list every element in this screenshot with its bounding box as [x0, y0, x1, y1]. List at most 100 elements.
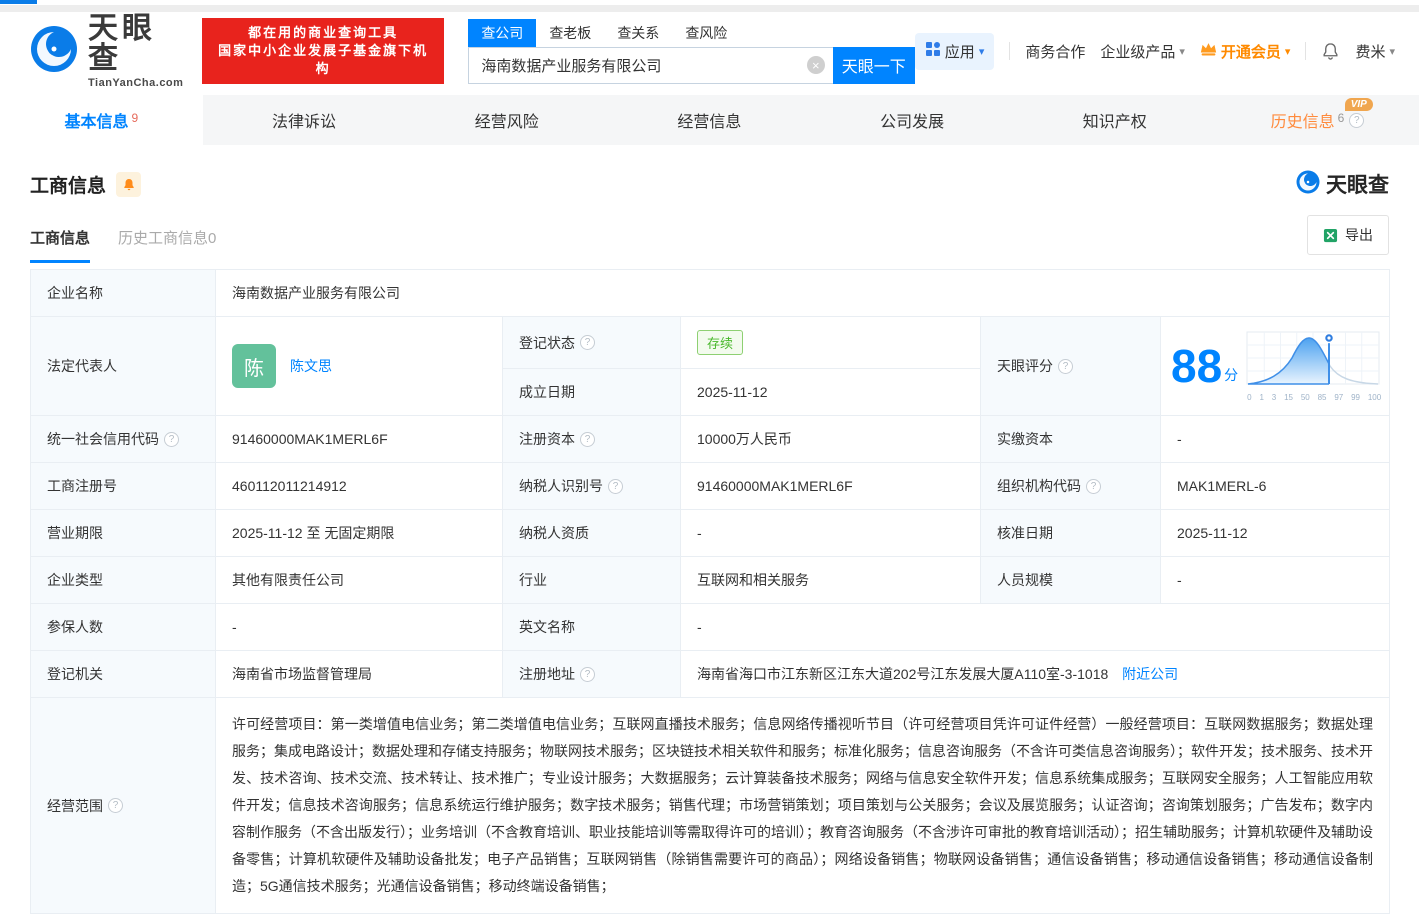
status-badge: 存续: [697, 330, 744, 355]
legal-rep-cell: 陈 陈文思: [215, 316, 503, 416]
search-input[interactable]: [479, 55, 807, 75]
avatar: 陈: [232, 344, 276, 388]
staff-size-value: -: [1159, 556, 1391, 604]
score-cell: 88 分 0 1 3 15 50 85 97 99 100: [1159, 316, 1391, 416]
logo-text-en: TianYanCha.com: [88, 76, 184, 89]
tab-label: 经营风险: [474, 114, 539, 131]
apps-menu[interactable]: 应用 ▾: [914, 32, 995, 70]
tianyancha-swirl-icon: [30, 25, 78, 78]
search-tab-risk[interactable]: 查风险: [672, 19, 740, 47]
score-unit: 分: [1224, 367, 1239, 383]
reg-address-cell: 海南省海口市江东新区江东大道202号江东发展大厦A110室-3-1018 附近公…: [679, 650, 1391, 698]
search-area: 查公司 查老板 查关系 查风险 × 天眼一下: [468, 18, 915, 84]
insured-count-value: -: [215, 603, 503, 651]
nav-biz-cooperation[interactable]: 商务合作: [1025, 41, 1085, 62]
tab-company-development[interactable]: 公司发展: [811, 95, 1014, 145]
staff-size-label: 人员规模: [980, 556, 1161, 604]
tab-operation-info[interactable]: 经营信息: [608, 95, 811, 145]
reg-capital-label: 注册资本: [519, 431, 575, 447]
user-menu[interactable]: 费米 ▾: [1355, 41, 1395, 62]
industry-value: 互联网和相关服务: [680, 556, 981, 604]
table-row: 工商注册号 460112011214912 纳税人识别号 ? 91460000M…: [30, 462, 1391, 510]
industry-label: 行业: [502, 556, 681, 604]
search-button[interactable]: 天眼一下: [832, 46, 915, 84]
divider: [1009, 42, 1011, 60]
reg-number-label: 工商注册号: [30, 462, 216, 510]
table-row: 登记机关 海南省市场监督管理局 注册地址 ? 海南省海口市江东新区江东大道202…: [30, 650, 1391, 698]
paid-capital-label: 实缴资本: [980, 415, 1161, 463]
help-icon[interactable]: ?: [580, 666, 595, 682]
search-tabs: 查公司 查老板 查关系 查风险: [468, 18, 914, 47]
brand-slogan: 都在用的商业查询工具 国家中小企业发展子基金旗下机构: [202, 18, 445, 84]
credit-code-label: 统一社会信用代码: [47, 431, 159, 447]
top-divider: [0, 5, 1419, 12]
help-icon[interactable]: ?: [1349, 112, 1365, 128]
table-row: 参保人数 - 英文名称 -: [30, 603, 1391, 651]
table-row: 经营范围 ? 许可经营项目：第一类增值电信业务；第二类增值电信业务；互联网直播技…: [30, 697, 1391, 914]
tab-legal-litigation[interactable]: 法律诉讼: [203, 95, 406, 145]
nav-open-vip[interactable]: 开通会员 ▾: [1200, 41, 1290, 62]
tab-label: 基本信息: [64, 114, 129, 131]
score-value: 88: [1171, 340, 1223, 392]
export-label: 导出: [1345, 227, 1373, 243]
score-label: 天眼评分: [997, 358, 1053, 374]
tianyancha-logo[interactable]: 天眼查 TianYanCha.com: [30, 13, 188, 89]
monitor-bell-button[interactable]: [116, 171, 142, 197]
subtab-business-info[interactable]: 工商信息: [30, 227, 91, 263]
tab-label: 法律诉讼: [272, 114, 337, 131]
table-row: 统一社会信用代码 ? 91460000MAK1MERL6F 注册资本 ? 100…: [30, 415, 1391, 463]
section-title: 工商信息: [30, 175, 107, 197]
enterprise-products-label: 企业级产品: [1100, 43, 1176, 61]
business-term-label: 营业期限: [30, 509, 216, 557]
reg-address-label: 注册地址: [519, 666, 575, 682]
chevron-down-icon: ▾: [978, 45, 985, 58]
search-tab-company[interactable]: 查公司: [468, 18, 537, 47]
subtab-history-business-info[interactable]: 历史工商信息0: [118, 227, 216, 263]
nearby-companies-link[interactable]: 附近公司: [1122, 666, 1178, 682]
apps-grid-icon: [925, 41, 941, 61]
org-code-label: 组织机构代码: [997, 478, 1081, 494]
establish-date-label: 成立日期: [502, 368, 681, 416]
legal-rep-link[interactable]: 陈文思: [290, 356, 332, 376]
excel-icon: [1323, 228, 1338, 242]
reg-address-value: 海南省海口市江东新区江东大道202号江东发展大厦A110室-3-1018: [697, 666, 1109, 682]
table-row: 营业期限 2025-11-12 至 无固定期限 纳税人资质 - 核准日期 202…: [30, 509, 1391, 557]
apps-label: 应用: [944, 43, 975, 61]
tab-intellectual-property[interactable]: 知识产权: [1013, 95, 1216, 145]
approval-date-value: 2025-11-12: [1159, 509, 1391, 557]
legal-rep-label: 法定代表人: [30, 316, 216, 416]
watermark-text: 天眼查: [1326, 174, 1389, 197]
company-type-label: 企业类型: [30, 556, 216, 604]
company-section-tabs: 基本信息 9 法律诉讼 经营风险 经营信息 公司发展 知识产权 VIP 历史信息…: [0, 95, 1419, 145]
business-scope-value: 许可经营项目：第一类增值电信业务；第二类增值电信业务；互联网直播技术服务；信息网…: [214, 697, 1391, 914]
clear-search-icon[interactable]: ×: [806, 56, 825, 74]
tab-label: 知识产权: [1082, 114, 1147, 131]
tab-basic-info[interactable]: 基本信息 9: [0, 95, 203, 145]
help-icon[interactable]: ?: [1086, 478, 1101, 494]
tianyancha-swirl-icon: [1296, 170, 1320, 199]
help-icon[interactable]: ?: [1058, 358, 1073, 374]
nav-enterprise-products[interactable]: 企业级产品 ▾: [1100, 41, 1185, 62]
taxpayer-id-label: 纳税人识别号: [519, 478, 603, 494]
company-type-value: 其他有限责任公司: [215, 556, 503, 604]
search-tab-boss[interactable]: 查老板: [536, 19, 604, 47]
company-name-label: 企业名称: [30, 269, 216, 317]
slogan-line2: 国家中小企业发展子基金旗下机构: [218, 43, 429, 76]
tab-label: 历史信息: [1270, 114, 1335, 131]
help-icon[interactable]: ?: [608, 478, 623, 494]
company-name-value: 海南数据产业服务有限公司: [214, 269, 1391, 317]
help-icon[interactable]: ?: [164, 431, 179, 447]
reg-address-label-cell: 注册地址 ?: [502, 650, 681, 698]
tab-history-info[interactable]: VIP 历史信息 6 ?: [1216, 95, 1419, 145]
table-row: 企业类型 其他有限责任公司 行业 互联网和相关服务 人员规模 -: [30, 556, 1391, 604]
notification-bell[interactable]: [1321, 41, 1340, 61]
reg-number-value: 460112011214912: [215, 462, 503, 510]
help-icon[interactable]: ?: [580, 335, 595, 350]
search-tab-relation[interactable]: 查关系: [604, 19, 672, 47]
help-icon[interactable]: ?: [580, 431, 595, 447]
export-button[interactable]: 导出: [1307, 215, 1389, 255]
watermark-logo: 天眼查: [1296, 169, 1389, 199]
tab-operation-risk[interactable]: 经营风险: [405, 95, 608, 145]
help-icon[interactable]: ?: [108, 798, 123, 813]
business-scope-label: 经营范围: [47, 797, 103, 814]
